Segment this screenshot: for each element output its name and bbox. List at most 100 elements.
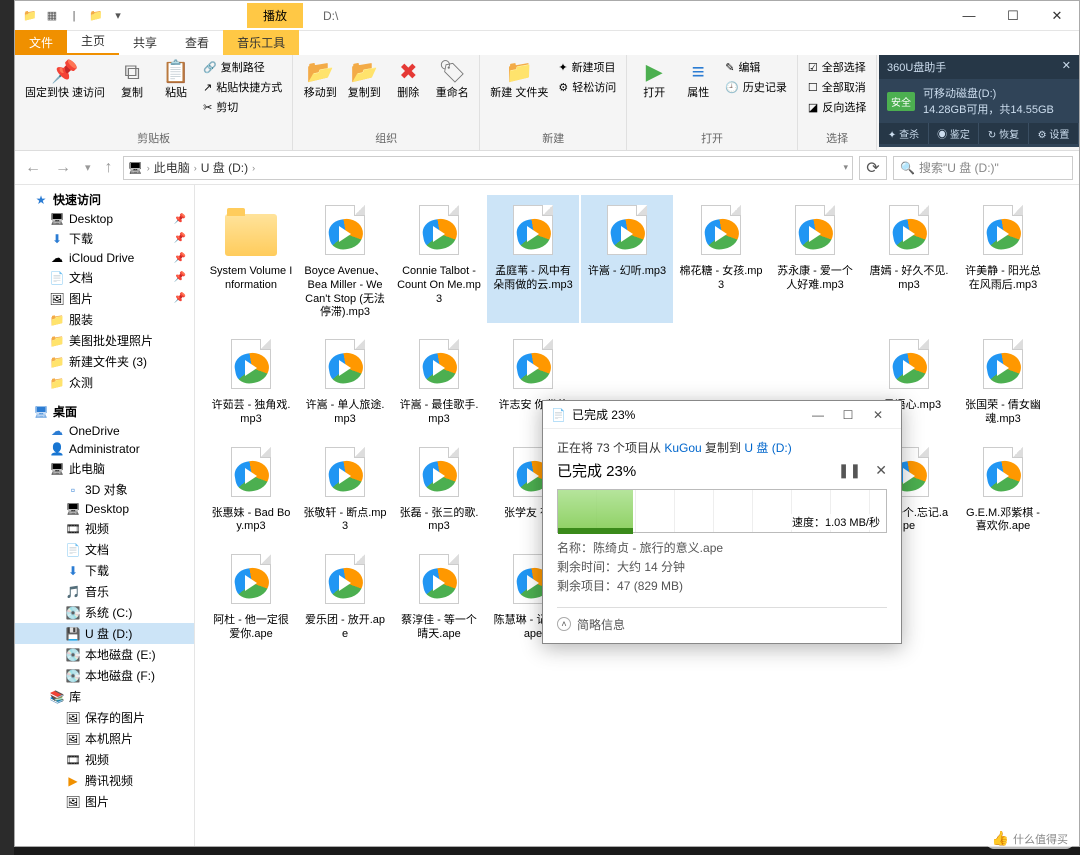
rename-button[interactable]: 🏷重命名 [431,57,473,102]
tree-node[interactable]: 🖥Desktop [15,500,194,518]
file-item[interactable]: Boyce Avenue、Bea Miller - We Can't Stop … [299,195,391,323]
tab-view[interactable]: 查看 [171,30,223,55]
properties-button[interactable]: ≡属性 [677,57,719,102]
file-item[interactable]: 张磊 - 张三的歌.mp3 [393,437,485,539]
context-tab-play[interactable]: 播放 [247,3,303,28]
paste-shortcut[interactable]: ↗粘贴快捷方式 [199,77,286,97]
tree-node[interactable]: 🖥此电脑 [15,458,194,479]
edit-button[interactable]: ✎编辑 [721,57,791,77]
nav-back[interactable]: ← [21,159,45,177]
dlg-minimize[interactable]: — [803,408,833,422]
nav-forward[interactable]: → [51,159,75,177]
ovl-scan[interactable]: ✦ 查杀 [879,123,929,144]
tree-node[interactable]: 💽本地磁盘 (F:) [15,665,194,686]
pause-button[interactable]: ❚❚ [838,462,861,479]
src-link[interactable]: KuGou [664,441,701,455]
file-item[interactable]: G.E.M.邓紫棋 - 喜欢你.ape [957,437,1049,539]
tree-node[interactable]: 📁美图批处理照片 [15,330,194,351]
file-item[interactable]: 张敬轩 - 断点.mp3 [299,437,391,539]
file-item[interactable]: 爱乐团 - 放开.ape [299,544,391,646]
tree-node[interactable]: 🖼保存的图片 [15,707,194,728]
tree-node[interactable]: 📚库 [15,686,194,707]
tree-node[interactable]: ▫3D 对象 [15,479,194,500]
tree-node[interactable]: ▶腾讯视频 [15,770,194,791]
qat-dd-icon[interactable]: ▾ [109,7,127,25]
file-item[interactable]: 唐嫣 - 好久不见.mp3 [863,195,955,323]
tree-node[interactable]: 🖥Desktop📌 [15,210,194,228]
dst-link[interactable]: U 盘 (D:) [744,441,791,455]
tree-node[interactable]: 📁众测 [15,372,194,393]
tree-node[interactable]: ★快速访问 [15,189,194,210]
ovl-close[interactable]: ✕ [1062,59,1071,75]
open-button[interactable]: ▶打开 [633,57,675,102]
nav-recent[interactable]: ▾ [81,161,95,174]
bc-dropdown[interactable]: ▾ [843,162,848,173]
tree-node[interactable]: 👤Administrator [15,440,194,458]
tree-node[interactable]: 📄文档 [15,539,194,560]
window-minimize[interactable]: — [947,2,991,30]
cut-button[interactable]: ✂剪切 [199,97,286,117]
nav-tree[interactable]: ★快速访问🖥Desktop📌⬇下载📌☁iCloud Drive📌📄文档📌🖼图片📌… [15,185,195,846]
tree-node[interactable]: ⬇下载📌 [15,228,194,249]
copy-to[interactable]: 📂复制到 [343,57,385,102]
easy-access[interactable]: ⚙轻松访问 [554,77,620,97]
qat-props-icon[interactable]: ▦ [43,7,61,25]
file-item[interactable]: 许嵩 - 幻听.mp3 [581,195,673,323]
file-item[interactable]: 孟庭苇 - 风中有朵雨做的云.mp3 [487,195,579,323]
move-to[interactable]: 📂移动到 [299,57,341,102]
tab-share[interactable]: 共享 [119,30,171,55]
tree-node[interactable]: 🎵音乐 [15,581,194,602]
breadcrumb[interactable]: 🖥 › 此电脑 › U 盘 (D:) › ▾ [123,156,853,180]
copy-path[interactable]: 🔗复制路径 [199,57,286,77]
tree-node[interactable]: 📄文档📌 [15,267,194,288]
tab-music-tools[interactable]: 音乐工具 [223,30,299,55]
tree-node[interactable]: 🎞视频 [15,749,194,770]
paste-button[interactable]: 📋粘贴 [155,57,197,102]
refresh-button[interactable]: ⟳ [859,156,887,180]
file-item[interactable]: Connie Talbot - Count On Me.mp3 [393,195,485,323]
ovl-verify[interactable]: ◉ 鉴定 [929,123,979,144]
file-item[interactable]: 张惠妹 - Bad Boy.mp3 [205,437,297,539]
ovl-settings[interactable]: ⚙ 设置 [1029,123,1079,144]
file-item[interactable]: 张国荣 - 倩女幽魂.mp3 [957,329,1049,431]
file-item[interactable]: 棉花糖 - 女孩.mp3 [675,195,767,323]
window-close[interactable]: ✕ [1035,2,1079,30]
file-item[interactable]: 阿杜 - 他一定很爱你.ape [205,544,297,646]
fewer-details[interactable]: ˄ 简略信息 [557,607,887,633]
invert-select[interactable]: ◪反向选择 [804,97,870,117]
file-item[interactable]: 许美静 - 阳光总在风雨后.mp3 [957,195,1049,323]
tree-node[interactable]: 💾U 盘 (D:) [15,623,194,644]
bc-drive[interactable]: U 盘 (D:) [201,159,248,176]
dlg-close[interactable]: ✕ [863,408,893,422]
nav-up[interactable]: ↑ [101,159,117,177]
file-item[interactable]: 许嵩 - 最佳歌手.mp3 [393,329,485,431]
file-item[interactable]: 苏永康 - 爱一个人好难.mp3 [769,195,861,323]
ovl-recover[interactable]: ↻ 恢复 [979,123,1029,144]
tree-node[interactable]: ☁iCloud Drive📌 [15,249,194,267]
qat-new-icon[interactable]: 📁 [87,7,105,25]
tab-file[interactable]: 文件 [15,30,67,55]
tree-node[interactable]: 🖼图片 [15,791,194,812]
file-item[interactable]: 许嵩 - 单人旅途.mp3 [299,329,391,431]
history-button[interactable]: 🕘历史记录 [721,77,791,97]
new-item[interactable]: ✦新建项目 [554,57,620,77]
select-none[interactable]: ☐全部取消 [804,77,870,97]
tree-node[interactable]: 📁新建文件夹 (3) [15,351,194,372]
bc-pc[interactable]: 此电脑 [154,159,190,176]
new-folder[interactable]: 📁新建 文件夹 [486,57,552,102]
pin-quick-access[interactable]: 📌固定到快 速访问 [21,57,109,102]
dlg-maximize[interactable]: ☐ [833,408,863,422]
tree-node[interactable]: 🖼本机照片 [15,728,194,749]
cancel-button[interactable]: ✕ [875,462,887,479]
tree-node[interactable]: ⬇下载 [15,560,194,581]
search-input[interactable]: 🔍 搜索"U 盘 (D:)" [893,156,1073,180]
tree-node[interactable]: 🖼图片📌 [15,288,194,309]
file-item[interactable]: 蔡淳佳 - 等一个晴天.ape [393,544,485,646]
file-item[interactable]: 许茹芸 - 独角戏.mp3 [205,329,297,431]
window-maximize[interactable]: ☐ [991,2,1035,30]
tree-node[interactable]: 💽系统 (C:) [15,602,194,623]
file-item[interactable]: System Volume Information [205,195,297,323]
copy-button[interactable]: ⧉复制 [111,57,153,102]
tree-node[interactable]: 📁服装 [15,309,194,330]
tree-node[interactable]: 💽本地磁盘 (E:) [15,644,194,665]
